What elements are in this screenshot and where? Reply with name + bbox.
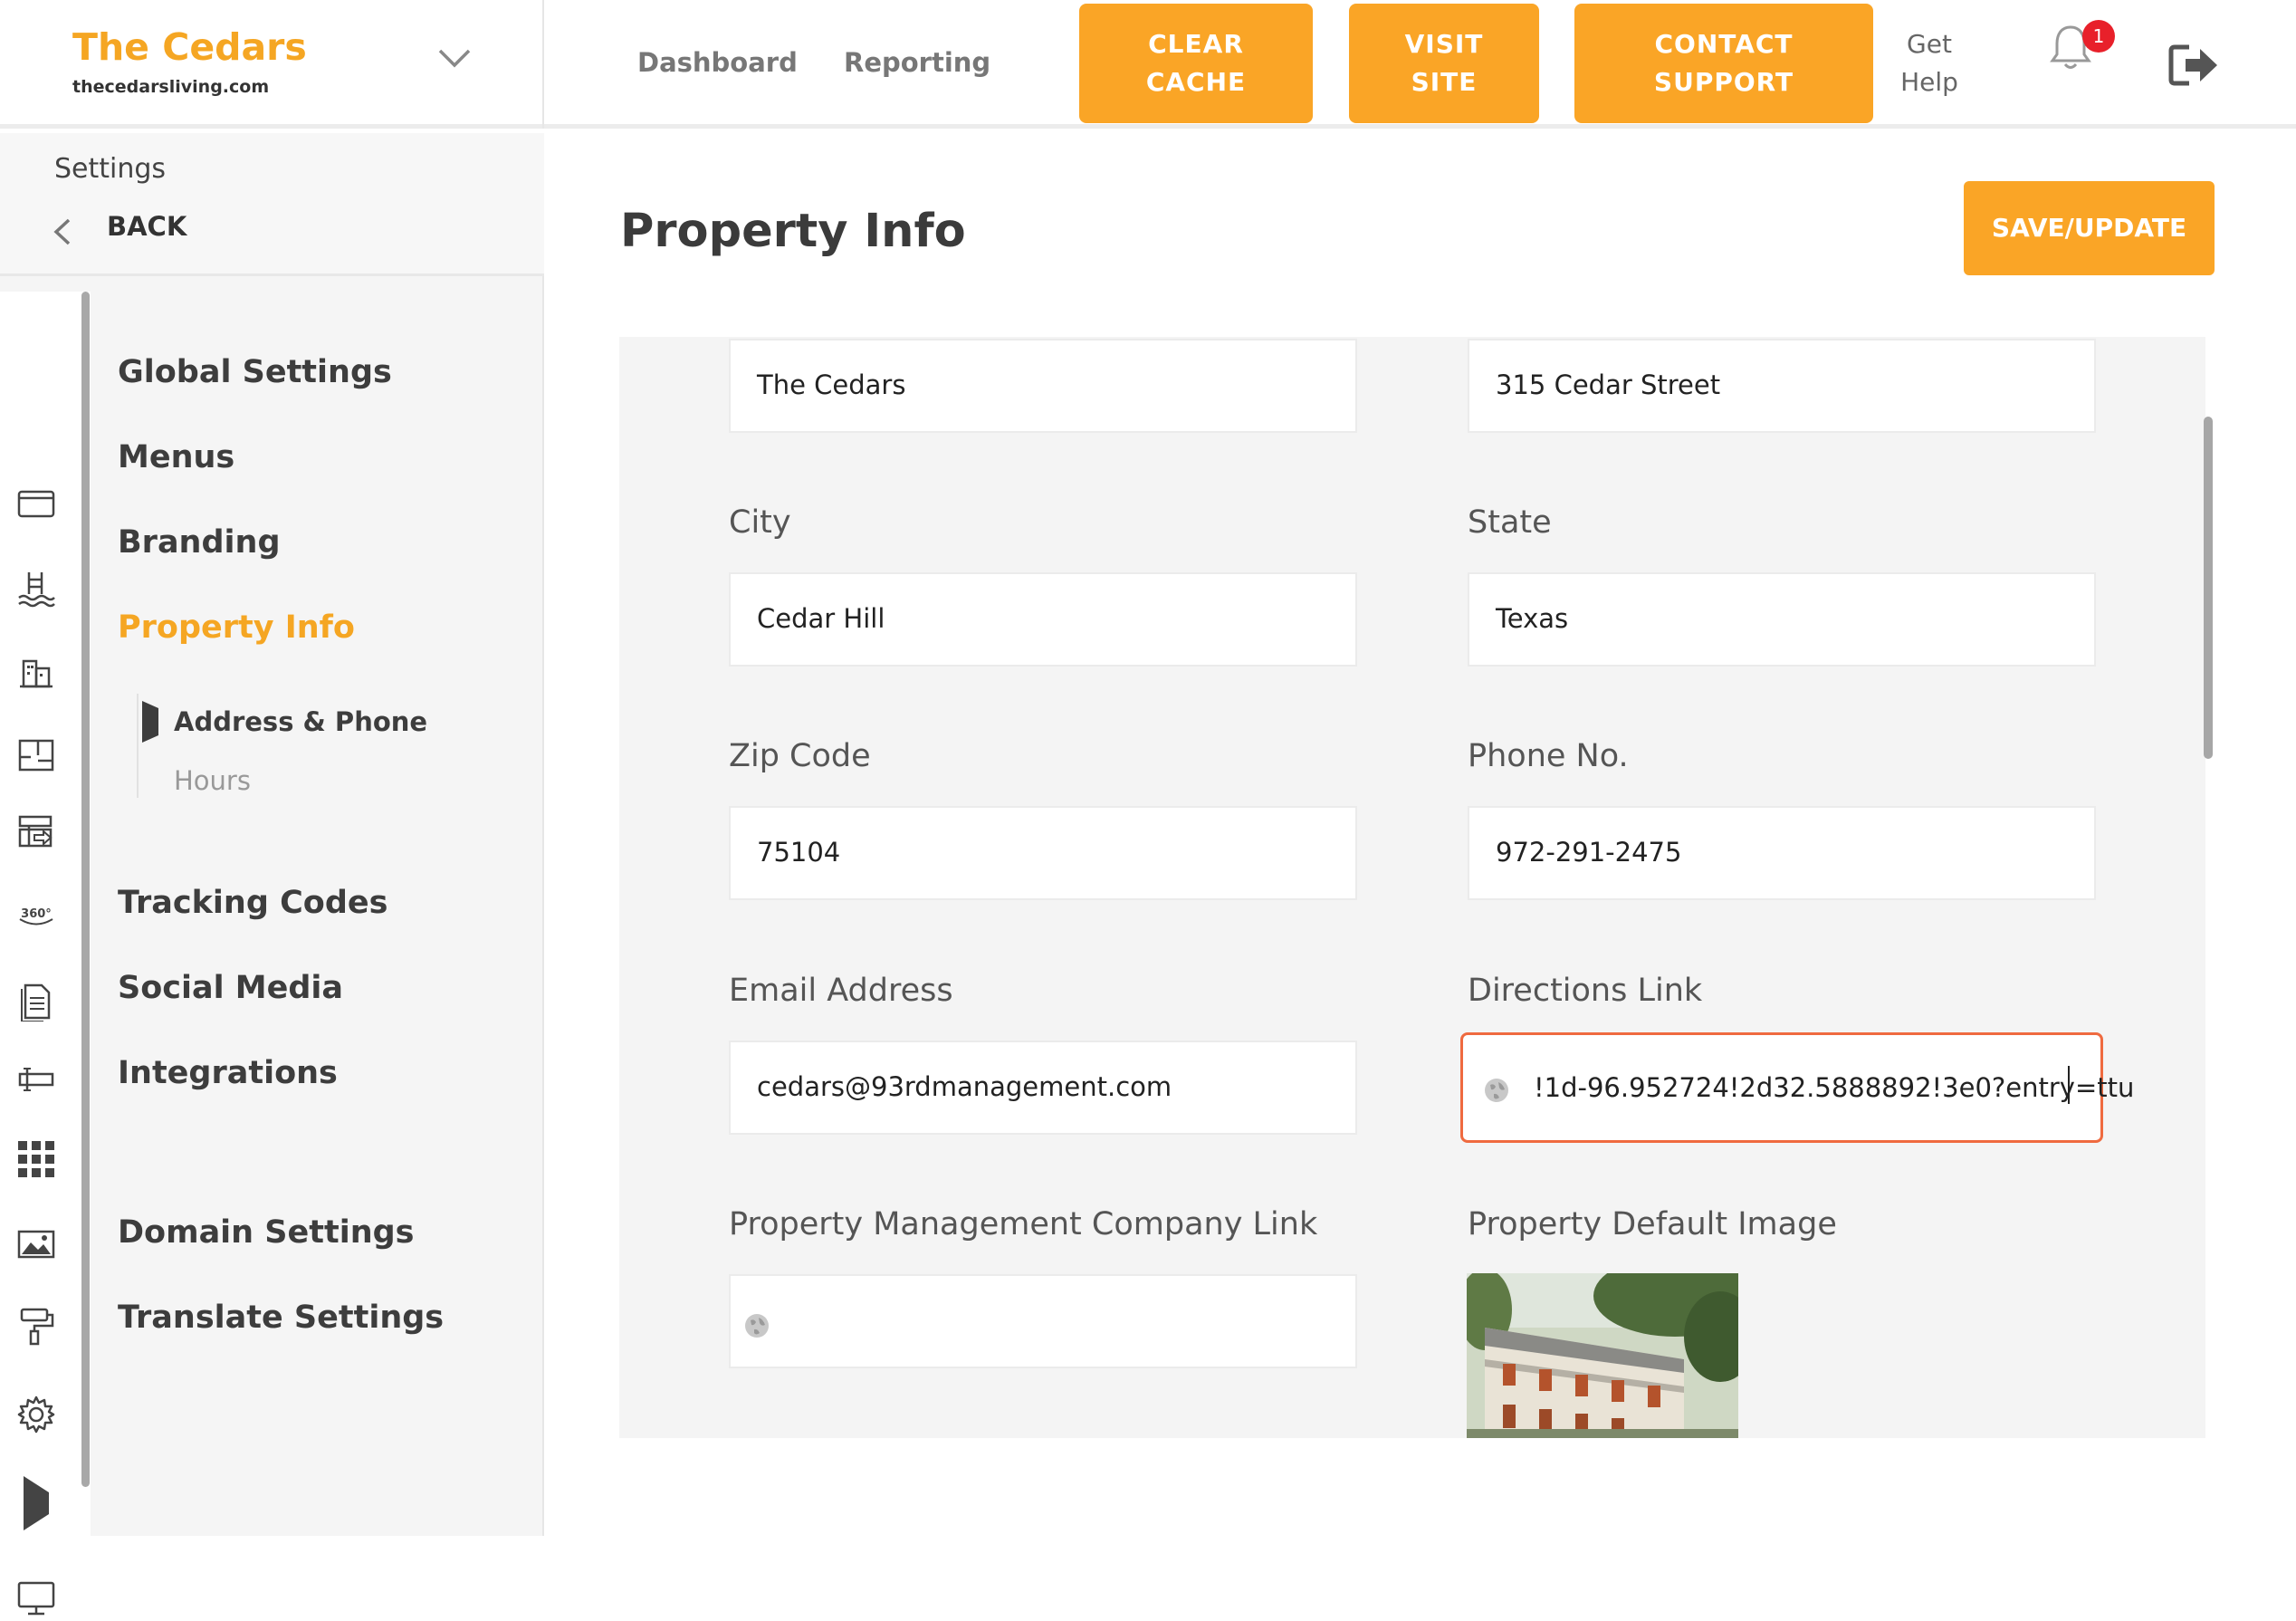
clear-cache-label-1: CLEAR xyxy=(1148,29,1244,59)
monitor-icon[interactable] xyxy=(16,1578,56,1617)
clear-cache-label-2: CACHE xyxy=(1145,67,1247,97)
phone-value: 972-291-2475 xyxy=(1496,837,1682,868)
buildings-icon[interactable] xyxy=(16,652,56,692)
get-help-label-1: Get xyxy=(1907,29,1952,59)
top-bar: The Cedars thecedarsliving.com Dashboard… xyxy=(0,0,2296,129)
sidebar-item-domain-settings[interactable]: Domain Settings xyxy=(118,1214,415,1251)
subitem-address-phone[interactable]: Address & Phone xyxy=(174,706,427,737)
sidebar-item-integrations[interactable]: Integrations xyxy=(118,1055,338,1091)
visit-site-label-2: SITE xyxy=(1411,67,1478,97)
save-update-button[interactable]: SAVE/UPDATE xyxy=(1964,181,2215,275)
icon-rail: 360° xyxy=(0,292,91,1616)
grid-icon[interactable] xyxy=(16,1139,56,1179)
street-address-value: 315 Cedar Street xyxy=(1496,369,1721,400)
pm-link-label: Property Management Company Link xyxy=(729,1206,1318,1242)
default-image-label: Property Default Image xyxy=(1468,1206,1837,1242)
logout-icon[interactable] xyxy=(2167,42,2220,89)
sidebar-item-global-settings[interactable]: Global Settings xyxy=(118,354,392,390)
get-help-label-2: Help xyxy=(1900,67,1958,97)
brand-name: The Cedars xyxy=(72,25,307,69)
floorplan-icon[interactable] xyxy=(16,735,56,775)
phone-field[interactable]: 972-291-2475 xyxy=(1468,806,2096,900)
input-field-icon[interactable] xyxy=(16,1060,56,1099)
contact-support-label-1: CONTACT xyxy=(1654,29,1794,59)
notification-badge: 1 xyxy=(2082,20,2115,53)
pool-icon[interactable] xyxy=(16,569,56,609)
get-help-link[interactable]: Get Help xyxy=(1889,25,1970,101)
settings-header: Settings BACK xyxy=(0,133,544,276)
state-field[interactable]: Texas xyxy=(1468,572,2096,667)
svg-text:360°: 360° xyxy=(21,907,52,921)
city-value: Cedar Hill xyxy=(757,603,885,634)
sidebar-item-tracking-codes[interactable]: Tracking Codes xyxy=(118,885,387,921)
contact-support-label-2: SUPPORT xyxy=(1653,67,1794,97)
zip-label: Zip Code xyxy=(729,738,871,774)
sidebar-item-social-media[interactable]: Social Media xyxy=(118,970,343,1006)
form-scrollbar[interactable] xyxy=(2204,417,2213,759)
property-switcher[interactable]: The Cedars thecedarsliving.com xyxy=(0,0,544,129)
browser-window-icon[interactable] xyxy=(16,484,56,523)
visit-site-button[interactable]: VISIT SITE xyxy=(1349,4,1539,123)
pm-link-field[interactable] xyxy=(729,1274,1357,1368)
brand-url: thecedarsliving.com xyxy=(72,77,270,97)
zip-value: 75104 xyxy=(757,837,841,868)
property-default-image[interactable] xyxy=(1467,1273,1738,1438)
text-cursor xyxy=(2068,1066,2070,1104)
nav-dashboard[interactable]: Dashboard xyxy=(637,47,798,78)
email-field[interactable]: cedars@93rdmanagement.com xyxy=(729,1041,1357,1135)
sidebar-item-property-info[interactable]: Property Info xyxy=(118,609,355,646)
submenu-guide-line xyxy=(137,694,139,798)
gear-icon[interactable] xyxy=(16,1395,56,1434)
directions-label: Directions Link xyxy=(1468,973,1703,1009)
city-field[interactable]: Cedar Hill xyxy=(729,572,1357,667)
page-title: Property Info xyxy=(620,205,966,258)
document-icon[interactable] xyxy=(16,982,56,1022)
sidebar-item-menus[interactable]: Menus xyxy=(118,439,234,475)
360-view-icon[interactable]: 360° xyxy=(16,895,56,935)
sidebar-item-branding[interactable]: Branding xyxy=(118,524,281,561)
layout-icon[interactable] xyxy=(16,811,56,851)
email-label: Email Address xyxy=(729,973,953,1009)
directions-link-field[interactable]: !1d-96.952724!2d32.5888892!3e0?entry=ttu xyxy=(1460,1032,2134,1143)
sidebar-scrollbar[interactable] xyxy=(81,292,90,1487)
state-label: State xyxy=(1468,504,1552,541)
visit-site-label-1: VISIT xyxy=(1404,29,1484,59)
active-marker-icon xyxy=(142,701,158,743)
chevron-down-icon[interactable] xyxy=(435,38,474,78)
property-name-field[interactable]: The Cedars xyxy=(729,339,1357,433)
settings-title: Settings xyxy=(54,153,167,185)
sidebar: Settings BACK 360° Global Settings Menus… xyxy=(0,133,544,1616)
nav-reporting[interactable]: Reporting xyxy=(844,47,990,78)
chevron-left-icon[interactable] xyxy=(51,216,74,247)
email-value: cedars@93rdmanagement.com xyxy=(757,1071,1172,1102)
globe-icon xyxy=(1485,1079,1508,1102)
state-value: Texas xyxy=(1496,603,1569,634)
sidebar-item-translate-settings[interactable]: Translate Settings xyxy=(118,1300,444,1336)
street-address-field[interactable]: 315 Cedar Street xyxy=(1468,339,2096,433)
clear-cache-button[interactable]: CLEAR CACHE xyxy=(1079,4,1313,123)
directions-link-value: !1d-96.952724!2d32.5888892!3e0?entry=ttu xyxy=(1534,1072,2135,1103)
back-button[interactable]: BACK xyxy=(107,211,187,242)
subitem-hours[interactable]: Hours xyxy=(174,765,251,796)
globe-icon xyxy=(745,1314,769,1338)
phone-label: Phone No. xyxy=(1468,738,1629,774)
city-label: City xyxy=(729,504,791,541)
contact-support-button[interactable]: CONTACT SUPPORT xyxy=(1574,4,1873,123)
play-marker-icon[interactable] xyxy=(16,1476,56,1530)
image-icon[interactable] xyxy=(16,1224,56,1264)
zip-field[interactable]: 75104 xyxy=(729,806,1357,900)
property-name-value: The Cedars xyxy=(757,369,906,400)
paint-roller-icon[interactable] xyxy=(16,1306,56,1346)
